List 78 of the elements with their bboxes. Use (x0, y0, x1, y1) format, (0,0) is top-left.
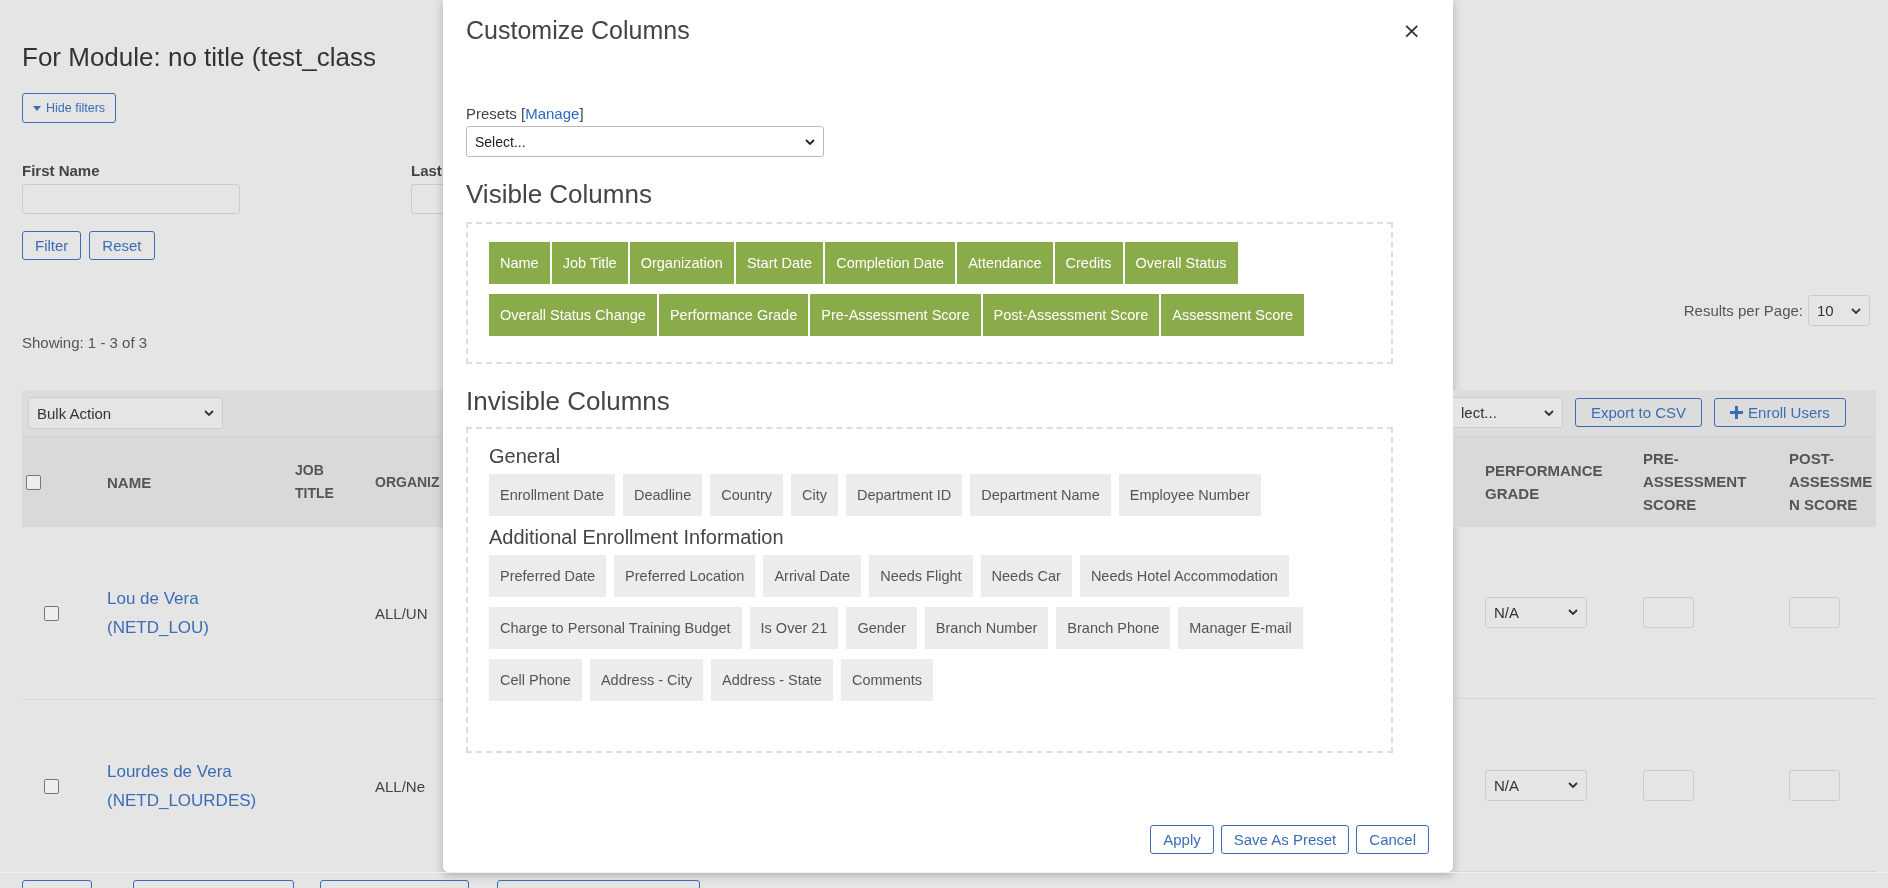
section-heading: Visible Columns (466, 179, 652, 210)
column-chip[interactable]: Comments (840, 659, 934, 701)
group-heading: Additional Enrollment Information (489, 526, 785, 549)
text-field[interactable] (22, 184, 240, 214)
column-chip[interactable]: Department ID (846, 474, 963, 516)
column-chip[interactable]: Address - City (589, 659, 703, 701)
checkbox[interactable] (26, 474, 41, 490)
column-chip[interactable]: Gender (846, 607, 917, 649)
filter-button[interactable]: Reset (89, 231, 155, 260)
score-field[interactable] (1789, 769, 1840, 801)
column-chip[interactable]: Preferred Date (489, 555, 607, 597)
enroll-button[interactable]: Enroll Users (1714, 398, 1846, 428)
column-chip[interactable]: Needs Flight (869, 555, 973, 597)
column-chip[interactable]: Employee Number (1118, 474, 1261, 516)
column-chip[interactable]: Address - State (711, 659, 833, 701)
presets-select[interactable]: Select... (466, 126, 824, 157)
dialog-title: Customize Columns (466, 16, 690, 45)
close-button[interactable]: × (1400, 18, 1423, 43)
column-header: POST-ASSESSMEN SCORE (1789, 449, 1874, 516)
grade-select[interactable]: N/A (1485, 596, 1587, 628)
filter-button[interactable]: Filter (22, 231, 82, 260)
column-chip[interactable]: Arrival Date (763, 555, 862, 597)
column-chip[interactable]: Department Name (970, 474, 1111, 516)
checkbox[interactable] (44, 778, 59, 794)
hide-filters-button[interactable]: Hide filters (22, 93, 117, 123)
chevron-icon (1544, 409, 1554, 416)
caret-icon (33, 105, 41, 111)
chevron-icon (1568, 609, 1578, 616)
column-select[interactable]: lect... (1453, 397, 1563, 429)
field-label: Last (411, 161, 443, 181)
column-chip[interactable]: Branch Phone (1056, 607, 1171, 649)
column-chip[interactable]: City (791, 474, 838, 516)
column-chip[interactable]: Needs Car (980, 555, 1072, 597)
text-field[interactable] (411, 184, 443, 214)
column-chip[interactable]: Cell Phone (489, 659, 582, 701)
grade-select[interactable]: N/A (1485, 769, 1587, 801)
table-cell: ALL/UN (375, 604, 428, 622)
column-chip[interactable]: Country (710, 474, 783, 516)
score-field[interactable] (1789, 596, 1840, 628)
table-cell: ALL/Ne (375, 777, 426, 795)
column-chip[interactable]: Is Over 21 (749, 607, 839, 649)
column-header: ORGANIZ (375, 472, 440, 492)
column-header: PRE-ASSESSMENT SCORE (1643, 449, 1748, 516)
column-chip[interactable]: Charge to Personal Training Budget (489, 607, 742, 649)
bulk-action-select[interactable]: Bulk Action (28, 397, 223, 429)
chevron-icon (805, 138, 815, 145)
field-label: First Name (22, 161, 101, 181)
plus-icon (1730, 406, 1744, 420)
presets-label: ] (579, 105, 584, 122)
dialog-button[interactable]: Save As Preset (1220, 825, 1350, 854)
results-per-page-label: Results per Page: (1683, 302, 1803, 319)
group-heading: General (489, 445, 562, 468)
score-field[interactable] (1643, 769, 1694, 801)
chevron-icon (204, 410, 214, 416)
chevron-icon (1851, 307, 1861, 314)
manage-link[interactable]: Manage (525, 105, 580, 122)
user-name-link[interactable]: Lou de Vera (NETD_LOU) (107, 584, 277, 642)
column-chip[interactable]: Branch Number (924, 607, 1049, 649)
column-header: PERFORMANCE GRADE (1485, 460, 1604, 504)
chevron-icon (1568, 782, 1578, 789)
dialog-button[interactable]: Cancel (1356, 825, 1429, 854)
column-chip[interactable]: Preferred Location (614, 555, 756, 597)
checkbox[interactable] (44, 605, 59, 621)
section-heading: Invisible Columns (466, 386, 670, 417)
page-title: For Module: no title (test_class (22, 42, 377, 73)
score-field[interactable] (1643, 596, 1694, 628)
dialog-button[interactable]: Apply (1150, 825, 1214, 854)
column-header: NAME (107, 472, 153, 493)
export-button[interactable]: Export to CSV (1575, 398, 1703, 428)
column-chip[interactable]: Deadline (622, 474, 703, 516)
user-name-link[interactable]: Lourdes de Vera (NETD_LOURDES) (107, 757, 277, 815)
presets-label: Presets [ (466, 105, 526, 122)
results-per-page-select[interactable]: 10 (1808, 295, 1870, 326)
column-chip[interactable]: Needs Hotel Accommodation (1079, 555, 1289, 597)
column-chip[interactable]: Manager E-mail (1178, 607, 1303, 649)
showing-count: Showing: 1 - 3 of 3 (22, 334, 148, 351)
column-header: JOB TITLE (295, 461, 335, 503)
column-chip[interactable]: Enrollment Date (489, 474, 615, 516)
